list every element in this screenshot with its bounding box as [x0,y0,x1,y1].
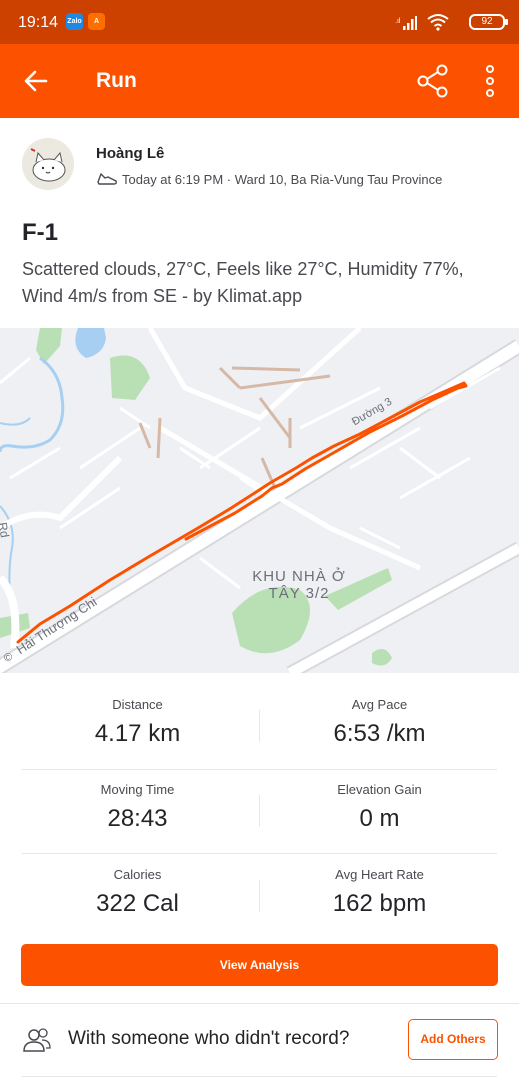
stat-elevation-gain: Elevation Gain 0 m [250,782,509,833]
stat-moving-time: Moving Time 28:43 [8,782,267,833]
more-vertical-icon[interactable] [478,63,502,99]
map-district-line1: KHU NHÀ Ở [252,568,346,585]
map-district-label: KHU NHÀ Ở TÂY 3/2 [244,568,354,602]
activity-meta-text: Today at 6:19 PM · Ward 10, Ba Ria-Vung … [122,171,443,187]
stat-label: Avg Heart Rate [335,867,424,882]
stat-label: Distance [112,697,163,712]
activity-meta: Today at 6:19 PM · Ward 10, Ba Ria-Vung … [96,171,442,187]
stat-value: 322 Cal [96,890,179,917]
route-map[interactable]: KHU NHÀ Ở TÂY 3/2 Hải Thượng Chi Đường 3… [0,328,519,673]
status-bar: 19:14 Zalo A .ıl 92 [0,0,519,44]
status-time: 19:14 [18,14,59,31]
share-icon[interactable] [415,63,451,99]
stat-label: Moving Time [100,782,175,797]
bottom-divider [22,1076,497,1077]
stat-row-divider [22,769,497,770]
page-title: Run [96,69,137,92]
stat-value: 4.17 km [94,720,181,747]
stat-divider [259,710,260,742]
activity-title: F-1 [22,219,58,246]
map-district-line2: TÂY 3/2 [268,585,330,602]
signal-icon: .ıl [395,16,417,30]
status-indicators: .ıl 92 [395,12,508,32]
with-someone-prompt: With someone who didn't record? [68,1028,350,1049]
stat-distance: Distance 4.17 km [8,697,267,748]
athlete-name[interactable]: Hoàng Lê [96,145,164,162]
stat-divider [259,880,260,912]
stat-value: 0 m [359,805,400,832]
view-analysis-button[interactable]: View Analysis [21,944,498,986]
wifi-icon [427,14,449,31]
map-background [0,328,519,673]
avatar[interactable] [22,138,74,190]
stat-value: 28:43 [107,805,168,832]
app-bar: Run [0,44,519,118]
group-icon [23,1028,51,1052]
stat-label: Calories [113,867,162,882]
app-notification-icon: A [88,13,105,30]
stat-label: Elevation Gain [337,782,422,797]
stat-value: 6:53 /km [333,720,426,747]
battery-indicator: 92 [469,14,508,30]
back-arrow-icon[interactable] [20,65,52,97]
cat-avatar-icon [22,138,74,190]
stat-avg-heart-rate: Avg Heart Rate 162 bpm [250,867,509,918]
map-copyright: © [4,652,13,664]
stat-label: Avg Pace [351,697,408,712]
stat-divider [259,795,260,827]
stat-row-divider [22,853,497,854]
stat-calories: Calories 322 Cal [8,867,267,918]
section-divider [0,1003,519,1004]
stat-avg-pace: Avg Pace 6:53 /km [250,697,509,748]
activity-description: Scattered clouds, 27°C, Feels like 27°C,… [22,259,464,306]
stat-value: 162 bpm [332,890,427,917]
zalo-notification-icon: Zalo [66,13,83,30]
add-others-button[interactable]: Add Others [408,1019,498,1060]
shoe-icon [97,173,117,185]
svg-text:.ıl: .ıl [395,18,401,25]
